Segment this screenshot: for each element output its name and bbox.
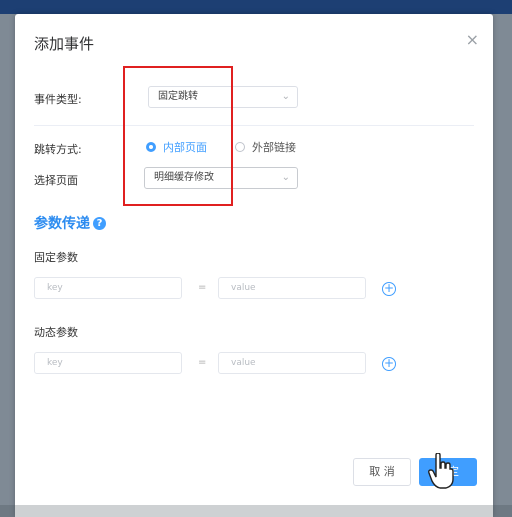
dialog-title: 添加事件 <box>34 35 95 53</box>
close-icon[interactable]: × <box>466 30 479 49</box>
confirm-button[interactable]: 确定 <box>419 458 477 486</box>
event-type-label: 事件类型: <box>34 93 82 106</box>
radio-internal-page[interactable]: 内部页面 <box>146 139 207 155</box>
app-top-bar <box>0 0 512 14</box>
select-page-value: 明细缓存修改 <box>154 172 214 183</box>
params-section-title: 参数传递 ? <box>34 213 106 233</box>
event-type-select[interactable]: 固定跳转 ⌄ <box>148 86 298 108</box>
dynamic-params-label: 动态参数 <box>34 326 78 339</box>
divider <box>34 125 474 126</box>
fixed-equals-sign: = <box>198 282 207 293</box>
plus-circle-icon[interactable]: + <box>382 357 396 371</box>
page-bottom-shade <box>0 505 512 517</box>
select-page-select[interactable]: 明细缓存修改 ⌄ <box>144 167 298 189</box>
select-page-label: 选择页面 <box>34 174 78 187</box>
chevron-down-icon: ⌄ <box>281 172 290 183</box>
radio-external-link[interactable]: 外部链接 <box>235 139 296 155</box>
cancel-button[interactable]: 取 消 <box>353 458 411 486</box>
radio-checked-icon <box>146 142 156 152</box>
radio-external-link-label: 外部链接 <box>252 141 296 154</box>
dynamic-equals-sign: = <box>198 357 207 368</box>
radio-internal-page-label: 内部页面 <box>163 141 207 154</box>
fixed-key-input[interactable]: key <box>34 277 182 299</box>
fixed-params-label: 固定参数 <box>34 251 78 264</box>
question-circle-icon[interactable]: ? <box>93 216 106 230</box>
fixed-value-input[interactable]: value <box>218 277 366 299</box>
jump-mode-label: 跳转方式: <box>34 143 82 156</box>
event-type-value: 固定跳转 <box>158 91 198 102</box>
dynamic-value-input[interactable]: value <box>218 352 366 374</box>
chevron-down-icon: ⌄ <box>281 91 290 102</box>
add-event-dialog: 添加事件 × 事件类型: 固定跳转 ⌄ 跳转方式: 内部页面 外部链接 选择页面… <box>15 14 493 517</box>
dynamic-key-input[interactable]: key <box>34 352 182 374</box>
plus-circle-icon[interactable]: + <box>382 282 396 296</box>
radio-unchecked-icon <box>235 142 245 152</box>
params-section-label: 参数传递 <box>34 216 90 232</box>
